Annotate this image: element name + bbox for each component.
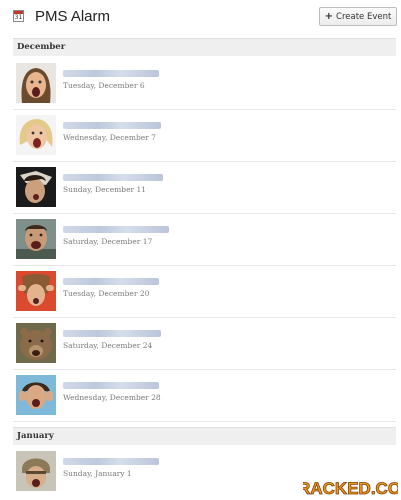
event-title-blurred[interactable] bbox=[63, 226, 169, 233]
event-date: Sunday, January 1 bbox=[63, 469, 132, 478]
growling-bear-photo[interactable] bbox=[16, 323, 56, 363]
event-title-blurred[interactable] bbox=[63, 174, 163, 181]
man-in-helmet-photo[interactable] bbox=[16, 451, 56, 491]
calendar-icon-day: 31 bbox=[14, 14, 23, 21]
calendar-icon: 31 bbox=[13, 10, 24, 22]
man-yelling-photo[interactable] bbox=[16, 219, 56, 259]
event-row[interactable]: Sunday, December 11 bbox=[13, 162, 396, 214]
screaming-blonde-woman-photo[interactable] bbox=[16, 115, 56, 155]
event-row[interactable]: Wednesday, December 7 bbox=[13, 110, 396, 162]
woman-covering-ears-photo[interactable] bbox=[16, 375, 56, 415]
month-header-december: December bbox=[13, 38, 396, 56]
create-event-label: Create Event bbox=[336, 12, 392, 22]
app-title: PMS Alarm bbox=[35, 8, 111, 25]
event-date: Wednesday, December 28 bbox=[63, 393, 161, 402]
event-row[interactable]: Saturday, December 17 bbox=[13, 214, 396, 266]
event-title-blurred[interactable] bbox=[63, 458, 159, 465]
cracked-watermark: CRACKED.COM bbox=[303, 477, 398, 498]
plus-icon: + bbox=[324, 11, 334, 22]
create-event-button[interactable]: + Create Event bbox=[319, 7, 397, 26]
app-header: 31 PMS Alarm + Create Event bbox=[0, 0, 401, 34]
event-title-blurred[interactable] bbox=[63, 278, 159, 285]
event-date: Saturday, December 17 bbox=[63, 237, 153, 246]
woman-holding-head-photo[interactable] bbox=[16, 167, 56, 207]
event-date: Wednesday, December 7 bbox=[63, 133, 156, 142]
event-date: Tuesday, December 20 bbox=[63, 289, 150, 298]
event-row[interactable]: Saturday, December 24 bbox=[13, 318, 396, 370]
event-row[interactable]: Tuesday, December 6 bbox=[13, 58, 396, 110]
event-row[interactable]: Wednesday, December 28 bbox=[13, 370, 396, 422]
event-title-blurred[interactable] bbox=[63, 330, 161, 337]
event-date: Sunday, December 11 bbox=[63, 185, 147, 194]
woman-pulling-hair-photo[interactable] bbox=[16, 271, 56, 311]
screaming-woman-photo[interactable] bbox=[16, 63, 56, 103]
event-title-blurred[interactable] bbox=[63, 122, 161, 129]
event-title-blurred[interactable] bbox=[63, 70, 159, 77]
event-date: Tuesday, December 6 bbox=[63, 81, 145, 90]
event-row[interactable]: Tuesday, December 20 bbox=[13, 266, 396, 318]
watermark-text: CRACKED.COM bbox=[303, 479, 398, 498]
event-title-blurred[interactable] bbox=[63, 382, 159, 389]
event-date: Saturday, December 24 bbox=[63, 341, 153, 350]
month-header-january: January bbox=[13, 427, 396, 445]
